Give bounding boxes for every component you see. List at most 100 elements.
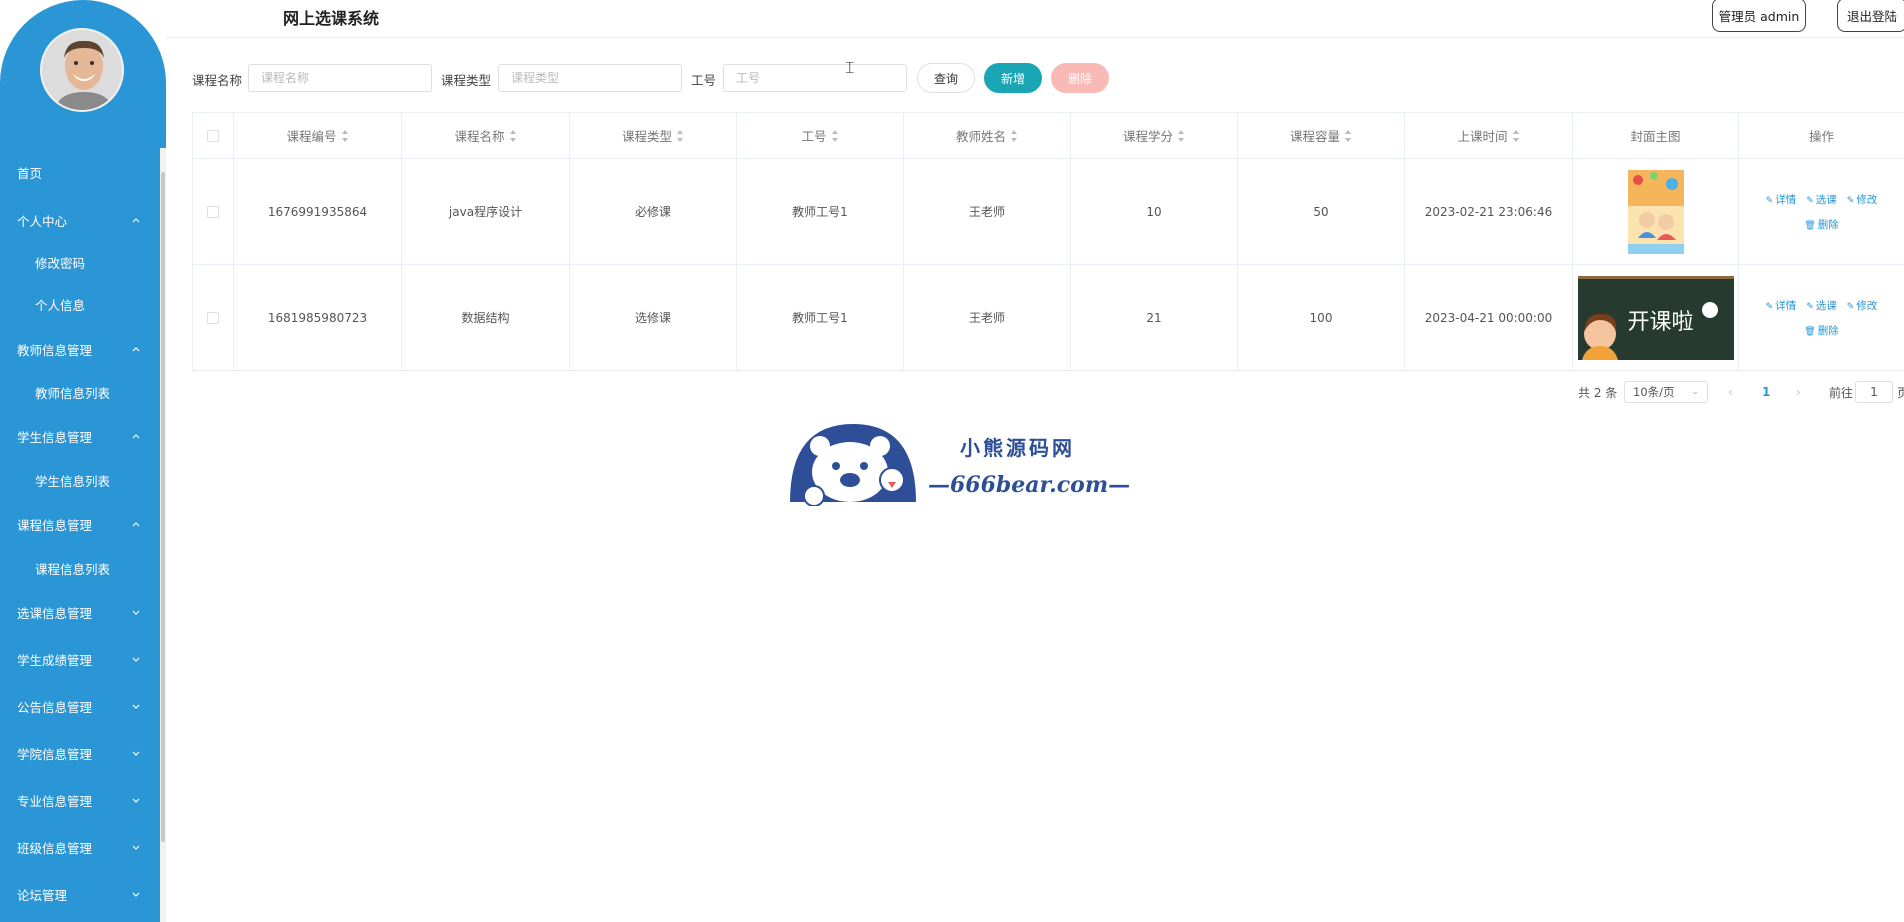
column-header-label: 课程容量 (1289, 129, 1340, 144)
delete-button[interactable]: 删除 (1051, 63, 1109, 93)
select-all-cell (192, 113, 234, 158)
sidebar-item-major-management[interactable]: 专业信息管理 (0, 784, 160, 816)
sidebar-item-course-management[interactable]: 课程信息管理 (0, 508, 160, 540)
column-header-label: 工号 (801, 129, 827, 144)
query-button[interactable]: 查询 (917, 63, 975, 93)
column-header-label: 封面主图 (1630, 129, 1681, 144)
edit-icon: ✎ (1765, 301, 1774, 312)
watermark-logo: 小熊源码网 —666bear.com— (788, 422, 1130, 506)
chevron-down-icon: ⌄ (1691, 387, 1699, 397)
page-number-current[interactable]: 1 (1762, 381, 1770, 403)
sort-icon[interactable] (509, 129, 517, 142)
chevron-down-icon (130, 794, 142, 806)
sort-icon[interactable] (1345, 129, 1352, 142)
pagination: 共 2 条 10条/页 ⌄ ‹ 1 › 前往 1 页 (1578, 381, 1904, 403)
column-header[interactable]: 上课时间 (1405, 113, 1573, 158)
sidebar-item-personal-info[interactable]: 个人信息 (0, 288, 160, 320)
cell-actions: ✎ 详情 ✎ 选课 ✎ 修改 🗑 删除 (1739, 265, 1904, 370)
add-button[interactable]: 新增 (984, 63, 1042, 93)
edit-icon: ✎ (1806, 301, 1814, 312)
cover-image[interactable] (1627, 169, 1684, 254)
column-header-label: 课程学分 (1122, 129, 1173, 144)
cell-course-name: java程序设计 (402, 159, 570, 264)
sort-icon[interactable] (1011, 129, 1018, 142)
cell-class-time: 2023-04-21 00:00:00 (1405, 265, 1573, 370)
select-course-link[interactable]: ✎ 选课 (1806, 298, 1837, 313)
watermark-line2: —666bear.com— (928, 472, 1131, 498)
top-header: 网上选课系统 管理员 admin 退出登陆 (166, 0, 1904, 38)
row-select-cell (192, 265, 234, 370)
detail-link[interactable]: ✎ 详情 (1766, 298, 1797, 313)
sort-icon[interactable] (831, 129, 839, 142)
row-checkbox[interactable] (207, 311, 219, 324)
sidebar-header (0, 0, 166, 148)
chevron-down-icon (130, 653, 142, 665)
scrollbar-thumb[interactable] (161, 172, 165, 842)
course-type-input[interactable] (498, 64, 682, 92)
chevron-down-icon (130, 747, 142, 759)
column-header[interactable]: 课程名称 (402, 113, 570, 158)
sidebar-item-label: 课程信息列表 (35, 561, 111, 577)
select-all-checkbox[interactable] (207, 129, 219, 142)
sidebar-item-score-management[interactable]: 学生成绩管理 (0, 643, 160, 675)
sidebar-item-student-list[interactable]: 学生信息列表 (0, 464, 160, 496)
cell-cover: 开课啦 (1573, 265, 1739, 370)
action-label: 修改 (1856, 299, 1878, 312)
column-header[interactable]: 课程编号 (234, 113, 402, 158)
page-size-select[interactable]: 10条/页 ⌄ (1624, 381, 1708, 403)
sidebar-item-personal-center[interactable]: 个人中心 (0, 204, 160, 236)
chevron-up-icon (130, 214, 142, 226)
page-suffix: 页 (1897, 385, 1904, 400)
bear-logo-icon (790, 424, 916, 506)
column-header: 操作 (1739, 113, 1904, 158)
sort-icon[interactable] (1512, 129, 1520, 142)
column-header[interactable]: 课程类型 (570, 113, 737, 158)
prev-page-icon[interactable]: ‹ (1728, 381, 1733, 403)
column-header[interactable]: 课程容量 (1238, 113, 1405, 158)
action-label: 修改 (1856, 193, 1878, 206)
table-row: 1681985980723 数据结构 选修课 教师工号1 王老师 21 100 … (192, 265, 1904, 371)
cell-capacity: 50 (1238, 159, 1405, 264)
sidebar-item-label: 学生信息列表 (35, 473, 111, 489)
sort-icon[interactable] (1178, 129, 1185, 142)
detail-link[interactable]: ✎ 详情 (1766, 192, 1797, 207)
sidebar-item-change-password[interactable]: 修改密码 (0, 246, 160, 278)
column-header-label: 上课时间 (1457, 129, 1508, 144)
column-header[interactable]: 教师姓名 (904, 113, 1071, 158)
column-header-label: 课程编号 (286, 129, 337, 144)
next-page-icon[interactable]: › (1796, 381, 1801, 403)
edit-link[interactable]: ✎ 修改 (1847, 192, 1878, 207)
sidebar: 首页 个人中心 修改密码 个人信息 教师信息管理 教师信息列表 学生信息管理 学… (0, 0, 166, 922)
cell-course-type: 必修课 (570, 159, 737, 264)
job-no-input[interactable] (723, 64, 907, 92)
course-name-input[interactable] (248, 64, 432, 92)
sidebar-scrollbar[interactable] (160, 148, 166, 922)
sidebar-item-notice-management[interactable]: 公告信息管理 (0, 690, 160, 722)
row-checkbox[interactable] (207, 205, 219, 218)
sidebar-item-label: 个人中心 (17, 213, 68, 229)
chevron-down-icon (130, 606, 142, 618)
sidebar-item-home[interactable]: 首页 (0, 156, 160, 188)
sidebar-item-course-list[interactable]: 课程信息列表 (0, 552, 160, 584)
select-course-link[interactable]: ✎ 选课 (1806, 192, 1837, 207)
delete-link[interactable]: 🗑 删除 (1804, 323, 1838, 338)
chevron-down-icon (130, 888, 142, 900)
column-header[interactable]: 工号 (737, 113, 904, 158)
sort-icon[interactable] (677, 129, 684, 142)
sidebar-item-student-management[interactable]: 学生信息管理 (0, 420, 160, 452)
sidebar-item-label: 学生成绩管理 (17, 652, 93, 668)
sidebar-item-college-management[interactable]: 学院信息管理 (0, 737, 160, 769)
logout-button[interactable]: 退出登陆 (1837, 0, 1904, 32)
goto-page-input[interactable]: 1 (1855, 381, 1893, 403)
sidebar-item-forum-management[interactable]: 论坛管理 (0, 878, 160, 910)
delete-link[interactable]: 🗑 删除 (1804, 217, 1838, 232)
edit-link[interactable]: ✎ 修改 (1847, 298, 1878, 313)
admin-user-button[interactable]: 管理员 admin (1712, 0, 1806, 32)
cover-image[interactable]: 开课啦 (1577, 275, 1734, 360)
sidebar-item-teacher-list[interactable]: 教师信息列表 (0, 376, 160, 408)
sidebar-item-selection-management[interactable]: 选课信息管理 (0, 596, 160, 628)
sidebar-item-class-management[interactable]: 班级信息管理 (0, 831, 160, 863)
sort-icon[interactable] (341, 129, 349, 142)
sidebar-item-teacher-management[interactable]: 教师信息管理 (0, 333, 160, 365)
column-header[interactable]: 课程学分 (1071, 113, 1238, 158)
